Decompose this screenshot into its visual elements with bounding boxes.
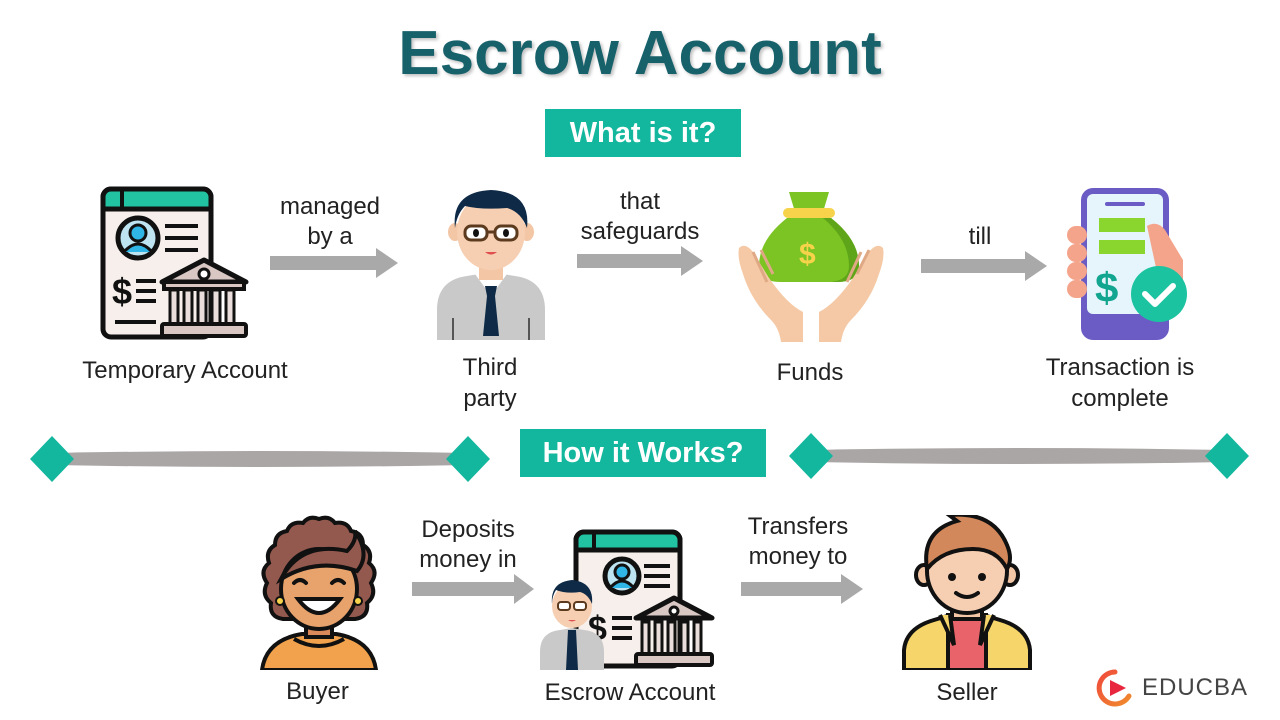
educba-logo-text: EDUCBA [1142, 674, 1249, 701]
arrow-icon [577, 246, 705, 276]
svg-text:$: $ [799, 238, 816, 271]
arrow-icon [412, 574, 536, 604]
connector-line: that [619, 188, 661, 215]
connector-line: Deposits [421, 516, 515, 543]
arrow-icon [270, 248, 398, 278]
step-label-buyer: Buyer [286, 678, 349, 705]
educba-logo: EDUCBA [1096, 668, 1261, 708]
arrow-icon [921, 251, 1049, 281]
educba-logo-icon [1096, 669, 1132, 707]
step-label-line: Transaction is [1045, 354, 1195, 381]
diamond-icon [789, 433, 833, 479]
step-label-line: complete [1071, 385, 1169, 412]
step-label-transaction-complete: Transaction is complete [1020, 352, 1220, 414]
step-label-third-party: Third party [430, 352, 550, 414]
step-label-line: party [463, 385, 517, 412]
connector-label-till: till [968, 223, 992, 250]
connector-line: Transfers [747, 513, 849, 540]
account-document-bank-icon: $ [100, 186, 250, 342]
connector-line: money in [419, 546, 517, 573]
connector-line: managed [279, 193, 381, 220]
section-divider-left [28, 434, 494, 484]
connector-label-managed-by: managed by a [260, 192, 400, 252]
svg-text:$: $ [112, 271, 132, 312]
step-label-funds: Funds [776, 359, 844, 386]
connector-label-safeguards: that safeguards [565, 187, 715, 247]
connector-line: safeguards [580, 218, 700, 245]
step-label-temporary-account: Temporary Account [82, 357, 288, 384]
section-badge-how: How it Works? [520, 429, 766, 477]
phone-payment-check-icon: $ [1065, 186, 1189, 342]
diamond-icon [30, 436, 74, 482]
connector-label-transfers: Transfers money to [728, 512, 868, 572]
step-label-escrow-account: Escrow Account [544, 679, 716, 706]
diamond-icon [1205, 433, 1249, 479]
arrow-icon [741, 574, 865, 604]
step-label-seller: Seller [936, 679, 998, 706]
section-divider-right [787, 431, 1253, 481]
page-title: Escrow Account [398, 19, 882, 88]
section-badge-what: What is it? [545, 109, 741, 157]
buyer-woman-icon [254, 515, 384, 672]
svg-text:$: $ [1095, 264, 1118, 311]
seller-man-icon [900, 512, 1034, 672]
money-bag-hands-icon: $ [733, 188, 889, 344]
step-label-line: Third [462, 354, 518, 381]
escrow-agent-bank-icon: $ [540, 528, 720, 670]
diamond-icon [446, 436, 490, 482]
connector-line: money to [748, 543, 848, 570]
businessman-icon [435, 188, 547, 340]
connector-label-deposits: Deposits money in [400, 515, 536, 575]
